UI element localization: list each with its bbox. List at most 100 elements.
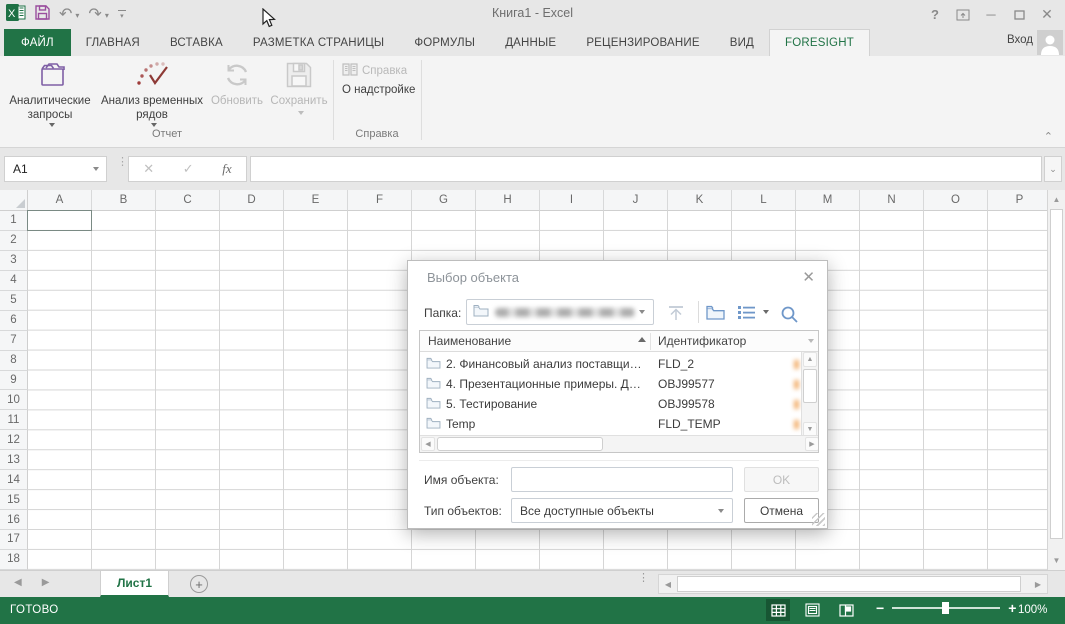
help-icon[interactable]: ? [921, 4, 949, 26]
column-header[interactable]: A [28, 190, 92, 211]
row-header[interactable]: 16 [0, 510, 28, 530]
resize-grip[interactable] [812, 513, 825, 526]
column-header[interactable]: D [220, 190, 284, 211]
analytic-queries-button[interactable]: Аналитические запросы [4, 58, 96, 127]
row-header[interactable]: 3 [0, 251, 28, 271]
tab-foresight[interactable]: FORESIGHT [769, 29, 870, 56]
row-header[interactable]: 4 [0, 271, 28, 291]
row-header[interactable]: 8 [0, 351, 28, 371]
column-header[interactable]: F [348, 190, 412, 211]
page-break-view-icon[interactable] [834, 599, 858, 621]
column-header[interactable]: M [796, 190, 860, 211]
list-vertical-scrollbar[interactable]: ▲ ▼ [801, 352, 818, 437]
close-icon[interactable]: ✕ [1033, 4, 1061, 26]
list-view-caret-icon[interactable] [760, 310, 769, 314]
header-options-caret-icon[interactable] [808, 339, 814, 343]
row-header[interactable]: 9 [0, 371, 28, 391]
zoom-level[interactable]: 100% [1018, 604, 1047, 616]
sheet-tab-list1[interactable]: Лист1 [100, 571, 169, 597]
hscroll-thumb[interactable] [677, 576, 1021, 592]
confirm-entry-icon[interactable]: ✓ [183, 161, 194, 177]
row-header[interactable]: 5 [0, 291, 28, 311]
about-addin-button[interactable]: О надстройке [342, 84, 415, 96]
minimize-icon[interactable]: ─ [977, 4, 1005, 26]
select-all-corner[interactable] [0, 190, 28, 211]
help-button[interactable]: Справка [342, 62, 407, 79]
column-divider[interactable] [650, 333, 651, 350]
row-header[interactable]: 12 [0, 430, 28, 450]
row-header[interactable]: 11 [0, 410, 28, 430]
zoom-slider-thumb[interactable] [942, 602, 949, 614]
column-header[interactable]: C [156, 190, 220, 211]
scroll-right-icon[interactable]: ▶ [1030, 575, 1046, 593]
list-hscroll-thumb[interactable] [437, 437, 603, 451]
expand-formula-bar-icon[interactable]: ⌄ [1044, 156, 1062, 182]
column-header[interactable]: K [668, 190, 732, 211]
page-layout-view-icon[interactable] [800, 599, 824, 621]
zoom-slider[interactable] [892, 607, 1000, 609]
list-item[interactable]: 2. Финансовый анализ поставщиков FLD_2 [420, 354, 801, 374]
search-icon[interactable] [780, 305, 799, 324]
new-folder-icon[interactable] [706, 305, 725, 320]
ok-button[interactable]: OK [744, 467, 819, 492]
object-list[interactable]: Наименование Идентификатор 2. Финансовый… [419, 330, 819, 453]
sort-ascending-icon[interactable] [638, 337, 646, 342]
row-header[interactable]: 14 [0, 470, 28, 490]
dialog-close-icon[interactable]: ✕ [802, 268, 815, 286]
scroll-left-icon[interactable]: ◀ [660, 575, 676, 593]
list-vscroll-thumb[interactable] [803, 369, 817, 403]
row-header[interactable]: 7 [0, 331, 28, 351]
formula-input[interactable] [250, 156, 1042, 182]
save-report-button[interactable]: Сохранить [268, 58, 330, 115]
list-view-icon[interactable] [738, 305, 755, 319]
row-header[interactable]: 13 [0, 450, 28, 470]
list-horizontal-scrollbar[interactable]: ◀ ▶ [420, 435, 819, 452]
column-header[interactable]: G [412, 190, 476, 211]
name-box[interactable]: A1 [4, 156, 107, 182]
collapse-ribbon-icon[interactable]: ⌃ [1044, 130, 1053, 143]
object-name-input[interactable] [511, 467, 733, 492]
add-sheet-icon[interactable]: + [190, 575, 208, 593]
normal-view-icon[interactable] [766, 599, 790, 621]
column-header[interactable]: H [476, 190, 540, 211]
row-header[interactable]: 2 [0, 231, 28, 251]
column-header[interactable]: J [604, 190, 668, 211]
sign-in-link[interactable]: Вход [1007, 34, 1033, 46]
column-header[interactable]: B [92, 190, 156, 211]
tab-data[interactable]: ДАННЫЕ [490, 29, 571, 56]
cancel-entry-icon[interactable]: ✕ [143, 161, 154, 177]
zoom-in-icon[interactable]: + [1008, 601, 1016, 615]
row-header[interactable]: 10 [0, 390, 28, 410]
column-header[interactable]: N [860, 190, 924, 211]
scroll-down-icon[interactable]: ▼ [1048, 552, 1065, 569]
list-item[interactable]: Temp FLD_TEMP [420, 414, 801, 434]
scroll-up-icon[interactable]: ▲ [1048, 191, 1065, 208]
list-scroll-up-icon[interactable]: ▲ [803, 352, 817, 367]
column-header[interactable]: O [924, 190, 988, 211]
row-header[interactable]: 6 [0, 311, 28, 331]
column-header-name[interactable]: Наименование [428, 334, 511, 348]
avatar[interactable] [1037, 30, 1063, 55]
tabbar-splitter-icon[interactable]: ⋮ [638, 576, 649, 581]
list-scroll-right-icon[interactable]: ▶ [805, 437, 819, 451]
column-header[interactable]: E [284, 190, 348, 211]
folder-combobox[interactable] [466, 299, 654, 325]
vscroll-thumb[interactable] [1050, 209, 1063, 539]
row-header[interactable]: 1 [0, 211, 28, 231]
row-header[interactable]: 17 [0, 530, 28, 550]
column-header[interactable]: I [540, 190, 604, 211]
prev-sheet-icon[interactable]: ◀ [14, 577, 22, 588]
row-header[interactable]: 18 [0, 550, 28, 570]
zoom-out-icon[interactable]: − [876, 601, 884, 615]
list-item[interactable]: 5. Тестирование OBJ99578 [420, 394, 801, 414]
time-series-button[interactable]: Анализ временных рядов [98, 58, 206, 127]
object-type-select[interactable]: Все доступные объекты [511, 498, 733, 523]
cancel-button[interactable]: Отмена [744, 498, 819, 523]
column-header-id[interactable]: Идентификатор [658, 334, 746, 348]
horizontal-scrollbar[interactable]: ◀ ▶ [658, 574, 1048, 594]
tab-review[interactable]: РЕЦЕНЗИРОВАНИЕ [571, 29, 714, 56]
vertical-scrollbar[interactable]: ▲ ▼ [1047, 190, 1065, 570]
tab-view[interactable]: ВИД [715, 29, 769, 56]
tab-insert[interactable]: ВСТАВКА [155, 29, 238, 56]
next-sheet-icon[interactable]: ▶ [42, 577, 50, 588]
